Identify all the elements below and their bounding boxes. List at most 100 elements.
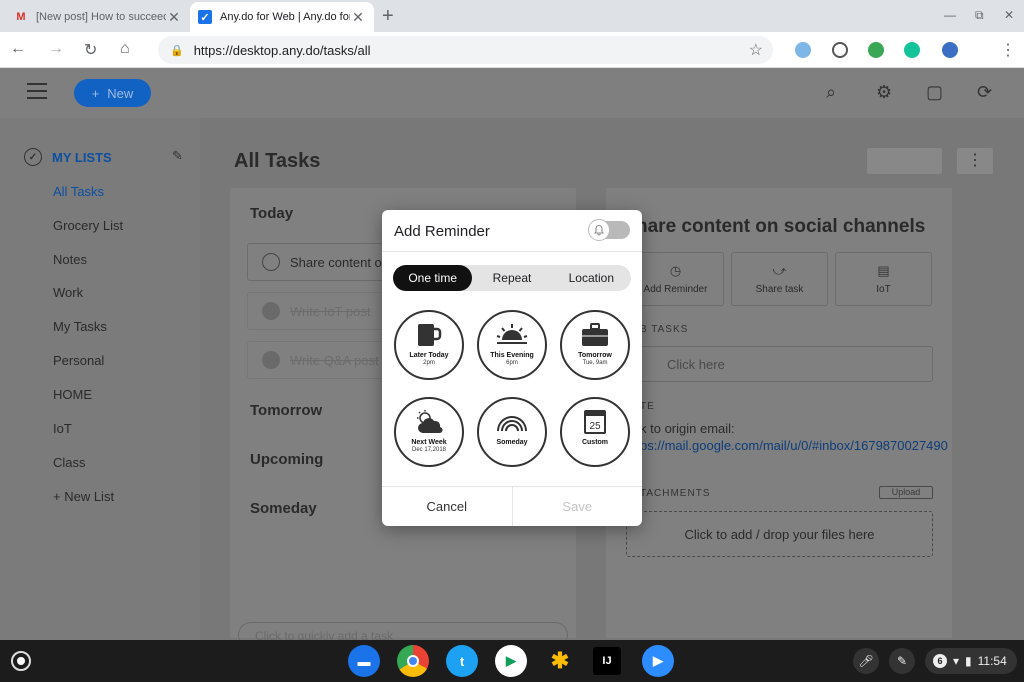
task-item[interactable]: Write Q&A post <box>247 341 397 379</box>
detail-title[interactable]: hare content on social channels <box>636 216 925 238</box>
stylus-icon[interactable]: ✎ <box>889 648 915 674</box>
new-tab-button[interactable]: + <box>382 5 394 28</box>
new-task-button[interactable]: + New <box>74 79 151 107</box>
task-checkbox[interactable] <box>262 253 280 271</box>
grammarly-icon[interactable] <box>904 42 920 58</box>
evernote-icon[interactable] <box>868 42 884 58</box>
section-someday[interactable]: Someday <box>250 500 317 517</box>
sidebar-item-grocery-list[interactable]: Grocery List <box>53 218 123 233</box>
play-store-icon[interactable]: ▶ <box>495 645 527 677</box>
sidebar-item-my-tasks[interactable]: My Tasks <box>53 319 107 334</box>
my-lists-header[interactable]: ✓ MY LISTS <box>24 148 112 166</box>
restore-icon[interactable]: ⧉ <box>975 8 984 23</box>
address-bar[interactable]: 🔒 https://desktop.any.do/tasks/all ☆ <box>158 36 773 64</box>
task-item[interactable]: Write IoT post <box>247 292 397 330</box>
extension-globe-icon[interactable] <box>795 42 811 58</box>
close-icon[interactable]: ✕ <box>350 9 366 26</box>
next-week-option[interactable]: Next Week Dec 17,2018 <box>394 397 464 467</box>
section-tomorrow[interactable]: Tomorrow <box>250 402 322 419</box>
tab-anydo[interactable]: ✓ Any.do for Web | Any.do for De ✕ <box>190 2 374 32</box>
bookmark-star-icon[interactable]: ☆ <box>749 40 763 60</box>
briefcase-icon <box>582 323 608 346</box>
sunset-icon <box>496 324 528 344</box>
more-options-icon[interactable]: ⋮ <box>957 148 993 174</box>
task-checkbox[interactable] <box>262 351 280 369</box>
launcher-icon[interactable] <box>11 651 31 671</box>
close-icon[interactable]: ✕ <box>166 9 182 26</box>
someday-option[interactable]: Someday <box>477 397 547 467</box>
gear-icon[interactable]: ⚙ <box>876 82 892 103</box>
intellij-app-icon[interactable]: IJ <box>593 647 621 675</box>
forward-icon[interactable]: → <box>48 40 64 58</box>
note-text[interactable]: k to origin email: <box>640 421 735 436</box>
tab-repeat[interactable]: Repeat <box>472 265 551 291</box>
tab-location[interactable]: Location <box>552 265 631 291</box>
cancel-button[interactable]: Cancel <box>382 487 513 526</box>
hamburger-icon[interactable] <box>27 83 47 101</box>
sync-icon[interactable]: ⟳ <box>977 82 992 103</box>
sidebar-item-iot[interactable]: IoT <box>53 421 72 436</box>
note-link[interactable]: ps://mail.google.com/mail/u/0/#inbox/167… <box>640 438 948 453</box>
this-evening-option[interactable]: This Evening 6pm <box>477 310 547 380</box>
share-task-button[interactable]: ⤻ Share task <box>731 252 828 306</box>
url-text: https://desktop.any.do/tasks/all <box>193 42 371 58</box>
list-label: IoT <box>876 284 891 295</box>
view-toggle[interactable] <box>867 148 942 174</box>
subtask-input[interactable]: Click here <box>626 346 933 382</box>
sidebar-item-notes[interactable]: Notes <box>53 252 87 267</box>
custom-option[interactable]: 25 Custom <box>560 397 630 467</box>
section-upcoming[interactable]: Upcoming <box>250 451 323 468</box>
list-select-button[interactable]: ▤ IoT <box>835 252 932 306</box>
option-time: Tue, 9am <box>582 360 608 366</box>
search-icon[interactable]: ⌕ <box>826 82 836 103</box>
my-lists-label: MY LISTS <box>52 149 112 165</box>
reminder-toggle[interactable] <box>588 219 630 241</box>
mug-icon <box>418 324 442 346</box>
twitter-app-icon[interactable]: t <box>446 645 478 677</box>
task-checkbox[interactable] <box>262 302 280 320</box>
edit-pencil-icon[interactable]: ✎ <box>172 148 183 164</box>
task-title: Write Q&A post <box>290 352 379 368</box>
page-title: All Tasks <box>234 150 321 172</box>
option-label: Later Today <box>409 352 449 359</box>
sidebar-item-all-tasks[interactable]: All Tasks <box>53 184 104 199</box>
notifications-icon[interactable]: ▢ <box>926 82 943 103</box>
minimize-icon[interactable]: — <box>944 8 956 22</box>
reload-icon[interactable]: ↻ <box>84 40 97 60</box>
menu-kebab-icon[interactable]: ⋮ <box>1000 40 1016 60</box>
extension-drive-icon[interactable] <box>942 42 958 58</box>
cloud-sun-icon <box>417 410 443 434</box>
photos-app-icon[interactable]: ✱ <box>544 645 576 677</box>
clock-icon: ◷ <box>669 263 682 278</box>
home-icon[interactable]: ⌂ <box>120 40 130 58</box>
browser-toolbar: ← → ↻ ⌂ 🔒 https://desktop.any.do/tasks/a… <box>0 32 1024 68</box>
upload-button[interactable]: Upload <box>879 486 933 499</box>
dialog-footer: Cancel Save <box>382 486 642 526</box>
microphone-icon[interactable]: 🎤︎ <box>853 648 879 674</box>
sidebar-item-personal[interactable]: Personal <box>53 353 104 368</box>
task-item[interactable]: Share content on <box>247 243 397 281</box>
note-label: TE <box>640 401 655 412</box>
system-tray[interactable]: 6 ▾ ▮ 11:54 <box>925 648 1017 674</box>
back-icon[interactable]: ← <box>10 40 26 58</box>
chrome-app-icon[interactable] <box>397 645 429 677</box>
os-shelf: ▬ t ▶ ✱ IJ ▶ 🎤︎ ✎ 6 ▾ ▮ 11:54 <box>0 640 1024 682</box>
later-today-option[interactable]: Later Today 2pm <box>394 310 464 380</box>
sidebar-item-work[interactable]: Work <box>53 285 83 300</box>
sidebar-item-home[interactable]: HOME <box>53 387 92 402</box>
bell-icon <box>588 219 610 241</box>
new-list-link[interactable]: + New List <box>53 489 114 504</box>
tab-one-time[interactable]: One time <box>393 265 473 291</box>
zoom-app-icon[interactable]: ▶ <box>642 645 674 677</box>
sidebar-item-class[interactable]: Class <box>53 455 86 470</box>
tomorrow-option[interactable]: Tomorrow Tue, 9am <box>560 310 630 380</box>
file-dropzone[interactable]: Click to add / drop your files here <box>626 511 933 557</box>
list-icon: ▤ <box>877 263 890 278</box>
close-window-icon[interactable]: ✕ <box>1004 8 1014 22</box>
save-button[interactable]: Save <box>513 487 643 526</box>
clock-time: 11:54 <box>977 654 1007 668</box>
tab-gmail[interactable]: M [New post] How to succeed bo ✕ <box>6 2 190 32</box>
files-app-icon[interactable]: ▬ <box>348 645 380 677</box>
lock-icon: 🔒 <box>170 44 184 57</box>
extension-c-icon[interactable] <box>832 42 848 58</box>
